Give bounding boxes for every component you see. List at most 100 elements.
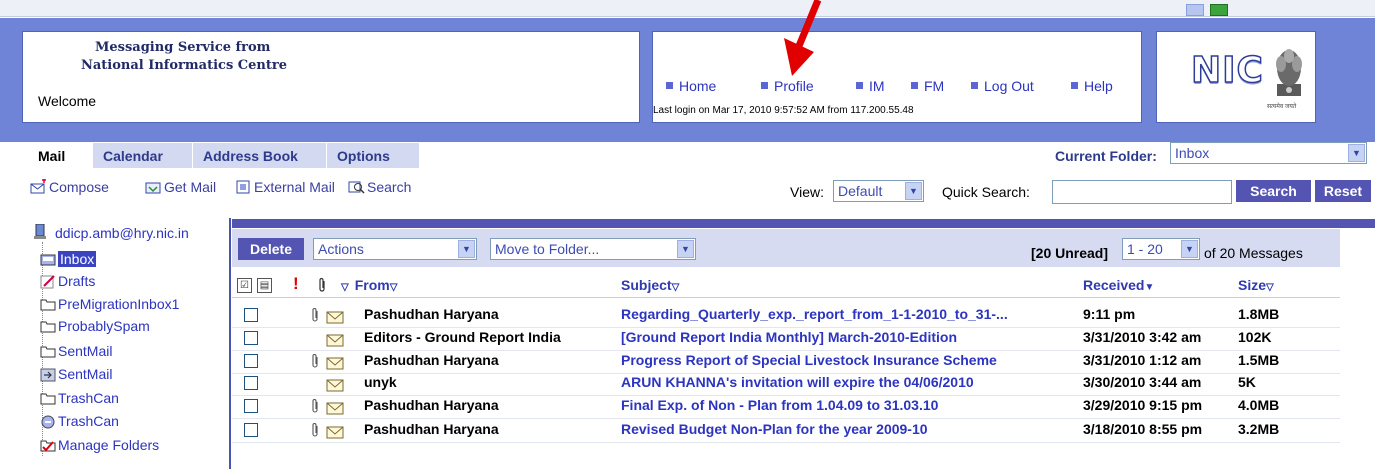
get-mail-label: Get Mail (164, 179, 217, 195)
nav-help-label: Help (1084, 78, 1113, 94)
nav-profile[interactable]: Profile (761, 78, 814, 94)
attachment-icon (312, 354, 318, 368)
row-subject[interactable]: Revised Budget Non-Plan for the year 200… (621, 421, 1078, 437)
message-pane-top-border (232, 219, 1375, 228)
sidebar-item-label: TrashCan (58, 413, 119, 429)
row-received: 3/31/2010 1:12 am (1083, 352, 1202, 368)
read-status-header-icon[interactable]: ▤ (257, 278, 272, 293)
emblem: सत्यमेव जयते (1267, 40, 1309, 114)
envelope-icon (326, 334, 344, 347)
account-label[interactable]: ddicp.amb@hry.nic.in (55, 225, 189, 241)
from-column-header[interactable]: ▽ From▽ (341, 277, 397, 293)
drafts-icon (40, 275, 55, 289)
row-subject[interactable]: ARUN KHANNA's invitation will expire the… (621, 374, 1078, 390)
row-separator (232, 327, 1340, 328)
page-range-select[interactable]: 1 - 20 ▼ (1122, 238, 1200, 260)
delete-button[interactable]: Delete (238, 238, 304, 260)
sidebar-item-label: ProbablySpam (58, 318, 150, 334)
welcome-text: Welcome (38, 93, 97, 109)
envelope-icon (326, 311, 344, 324)
get-mail-icon (145, 182, 161, 194)
actions-select[interactable]: Actions ▼ (313, 238, 477, 260)
sidebar-item-label: SentMail (58, 343, 113, 359)
brand-box: Messaging Service from National Informat… (22, 31, 640, 123)
row-size: 3.2MB (1238, 421, 1280, 437)
nav-fm[interactable]: FM (911, 78, 944, 94)
quick-search-label: Quick Search: (942, 184, 1030, 200)
row-from: Pashudhan Haryana (364, 421, 499, 437)
search-button[interactable]: Search (1236, 180, 1311, 202)
priority-header-icon[interactable]: ! (293, 274, 299, 294)
browser-strip-icon (1210, 4, 1228, 16)
trash-icon (41, 415, 55, 429)
sidebar-item-label: Inbox (58, 251, 97, 267)
sort-icon: ▽ (389, 282, 398, 293)
tab-options[interactable]: Options (327, 143, 419, 168)
search-label: Search (367, 179, 412, 195)
tab-address-book[interactable]: Address Book (193, 143, 326, 168)
current-folder-select[interactable]: Inbox ▼ (1170, 142, 1367, 164)
nav-home-label: Home (679, 78, 717, 94)
folder-icon (40, 393, 56, 405)
subject-header-label: Subject (621, 277, 672, 293)
attachment-header-icon[interactable] (318, 277, 327, 293)
nav-help[interactable]: Help (1071, 78, 1113, 94)
unread-count: [20 Unread] (1031, 245, 1109, 261)
row-checkbox[interactable] (244, 308, 258, 322)
row-subject[interactable]: Regarding_Quarterly_exp._report_from_1-1… (621, 306, 1078, 322)
compose-button[interactable]: Compose (30, 179, 109, 195)
row-checkbox[interactable] (244, 399, 258, 413)
current-folder-label: Current Folder: (1055, 148, 1157, 164)
sidebar-item-label: TrashCan (58, 390, 119, 406)
nav-home[interactable]: Home (666, 78, 716, 94)
inbox-icon (40, 254, 56, 266)
row-subject[interactable]: Final Exp. of Non - Plan from 1.04.09 to… (621, 397, 1078, 413)
tab-mail[interactable]: Mail (30, 143, 92, 168)
row-separator (232, 395, 1340, 396)
nav-fm-label: FM (924, 78, 945, 94)
row-size: 5K (1238, 374, 1256, 390)
reset-button[interactable]: Reset (1315, 180, 1371, 202)
page-range-value: 1 - 20 (1127, 241, 1163, 257)
nav-logout[interactable]: Log Out (971, 78, 1034, 94)
from-header-label: From (354, 277, 390, 293)
search-button-toolbar[interactable]: Search (348, 179, 411, 195)
envelope-icon (326, 379, 344, 392)
attachment-icon (312, 308, 318, 322)
sent-mail-icon (40, 368, 56, 382)
received-column-header[interactable]: Received▼ (1083, 277, 1154, 293)
quick-search-input[interactable] (1052, 180, 1232, 204)
view-select[interactable]: Default ▼ (833, 180, 924, 202)
last-login-text: Last login on Mar 17, 2010 9:57:52 AM fr… (653, 105, 914, 116)
folder-icon (40, 299, 56, 311)
row-size: 1.5MB (1238, 352, 1280, 368)
row-received: 9:11 pm (1083, 306, 1136, 322)
attachment-icon (312, 423, 318, 437)
move-to-folder-value: Move to Folder... (495, 241, 600, 257)
external-mail-icon (236, 180, 250, 194)
tab-calendar[interactable]: Calendar (93, 143, 192, 168)
row-subject[interactable]: Progress Report of Special Livestock Ins… (621, 352, 1078, 368)
row-subject[interactable]: [Ground Report India Monthly] March-2010… (621, 329, 1078, 345)
select-all-checkbox[interactable]: ☑ (237, 278, 252, 293)
row-checkbox[interactable] (244, 354, 258, 368)
row-checkbox[interactable] (244, 376, 258, 390)
row-checkbox[interactable] (244, 423, 258, 437)
row-checkbox[interactable] (244, 331, 258, 345)
size-column-header[interactable]: Size▽ (1238, 277, 1274, 293)
move-to-folder-select[interactable]: Move to Folder... ▼ (490, 238, 696, 260)
account-icon (34, 224, 46, 239)
external-mail-button[interactable]: External Mail (235, 179, 335, 195)
sort-icon: ▽ (341, 282, 349, 293)
row-separator (232, 442, 1340, 443)
sidebar-item-label: Manage Folders (58, 437, 160, 453)
subject-column-header[interactable]: Subject▽ (621, 277, 679, 293)
nav-im[interactable]: IM (856, 78, 885, 94)
annotation-arrow (784, 0, 822, 76)
sidebar-item-label: SentMail (58, 366, 113, 382)
pane-divider (229, 218, 231, 469)
browser-strip-icon (1186, 4, 1204, 16)
sort-icon: ▽ (1266, 282, 1274, 293)
row-from: unyk (364, 374, 397, 390)
get-mail-button[interactable]: Get Mail (145, 179, 216, 195)
